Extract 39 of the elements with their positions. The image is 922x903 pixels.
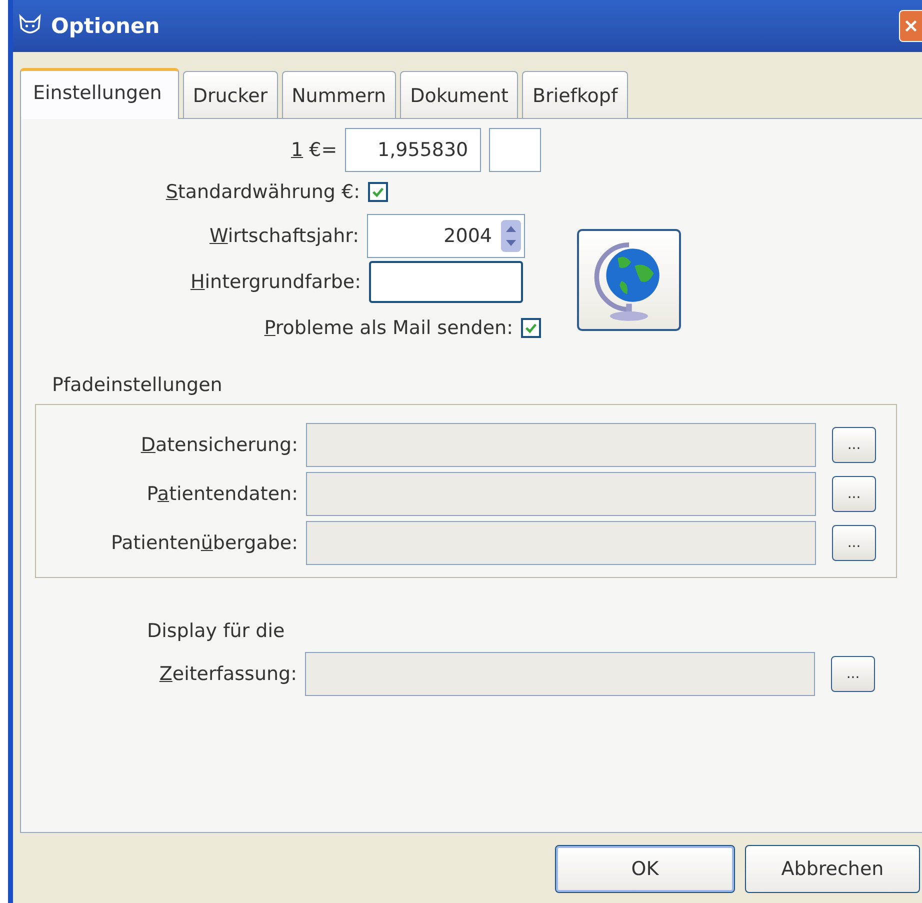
browse-button[interactable]: ... — [832, 476, 876, 512]
tab[interactable]: Briefkopf — [522, 71, 628, 118]
ok-button[interactable]: OK — [555, 845, 735, 893]
checkbox-label: Standardwährung €: — [166, 181, 360, 203]
window-title: Optionen — [51, 14, 160, 38]
path-label: Zeiterfassung: — [158, 663, 297, 685]
path-field[interactable] — [306, 472, 816, 516]
browse-button[interactable]: ... — [832, 525, 876, 561]
checkbox[interactable] — [521, 318, 541, 338]
color-field[interactable] — [369, 261, 523, 303]
browse-button[interactable]: ... — [832, 427, 876, 463]
checkbox-label: Probleme als Mail senden: — [264, 317, 513, 339]
path-field[interactable] — [306, 423, 816, 467]
checkbox[interactable] — [368, 182, 388, 202]
rate-field[interactable]: 1,955830 — [345, 128, 482, 172]
color-label: Hintergrundfarbe: — [190, 271, 361, 293]
year-label: Wirtschaftsjahr: — [210, 225, 359, 247]
currency-field[interactable] — [489, 128, 541, 172]
cancel-button[interactable]: Abbrechen — [745, 845, 920, 893]
year-spinner[interactable]: 2004 — [367, 214, 525, 258]
path-field[interactable] — [305, 652, 815, 696]
group-title: Pfadeinstellungen — [52, 374, 222, 396]
path-field[interactable] — [306, 521, 816, 565]
path-label: Patientendaten: — [146, 483, 298, 505]
check-icon — [524, 321, 538, 335]
path-label: Datensicherung: — [140, 434, 298, 456]
tab[interactable]: Drucker — [182, 71, 278, 118]
rate-label: 1 €= — [291, 138, 338, 160]
browse-button[interactable]: ... — [831, 656, 875, 692]
tab[interactable]: Dokument — [400, 71, 518, 118]
display-caption: Display für die — [147, 620, 286, 642]
spinner-arrows-icon — [500, 220, 522, 252]
path-label: Patientenübergabe: — [110, 532, 298, 554]
globe-button[interactable] — [577, 229, 681, 331]
close-icon — [905, 20, 917, 32]
tab[interactable]: Einstellungen — [20, 68, 179, 119]
tab[interactable]: Nummern — [282, 71, 396, 118]
check-icon — [371, 185, 385, 199]
close-button[interactable] — [899, 10, 922, 42]
